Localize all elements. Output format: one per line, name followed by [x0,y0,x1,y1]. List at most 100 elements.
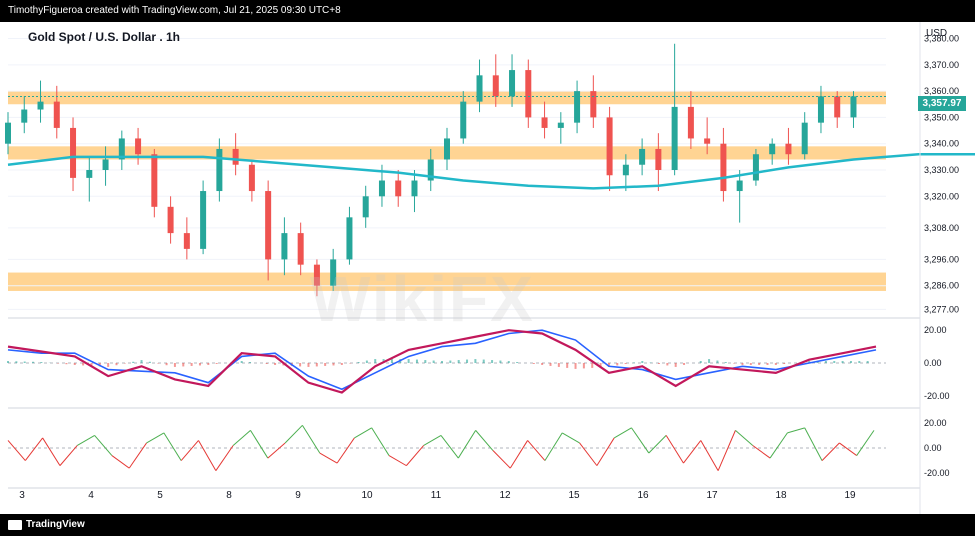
macd-histogram-bar [207,363,210,365]
attribution-bar: TimothyFigueroa created with TradingView… [0,0,975,22]
candle-body [86,170,93,178]
tradingview-logo[interactable]: TradingView [8,519,85,530]
macd-histogram-bar [132,361,135,363]
macd-histogram-bar [215,363,218,364]
candle-body [232,148,239,165]
candle-body [167,206,174,234]
candle-body [492,75,499,97]
candle-body [248,164,255,192]
oscillator-segment [7,440,26,461]
macd-histogram-bar [716,360,719,363]
macd-histogram-bar [641,361,644,363]
macd-histogram-bar [591,363,594,368]
oscillator-segment [839,442,857,456]
macd-histogram-bar [148,361,151,363]
oscillator-segment [336,437,355,464]
macd-histogram-bar [407,359,410,363]
candle-body [183,233,190,249]
oscillator-segment [77,434,95,446]
time-tick-label: 3 [19,490,25,501]
macd-histogram-bar [415,359,418,363]
candle-body [362,196,369,218]
candle-body [801,122,808,155]
macd-histogram-bar [841,361,844,363]
oscillator-segment [752,445,771,459]
macd-tick-label: 20.00 [924,325,947,335]
oscillator-segment [561,432,580,444]
oscillator-segment [215,445,234,471]
oscillator-segment [648,435,667,454]
macd-histogram-bar [173,363,176,367]
macd-histogram-bar [107,363,110,367]
oscillator-tick-label: -20.00 [924,468,950,478]
oscillator-segment [821,442,840,461]
oscillator-tick-label: 20.00 [924,418,947,428]
candle-body [70,127,77,178]
chart-svg[interactable]: 3,380.003,370.003,360.003,350.003,340.00… [0,22,975,514]
oscillator-segment [302,425,321,454]
currency-label: USD [926,28,948,39]
macd-histogram-bar [824,361,827,363]
last-price-tag: 3,357.97 [918,96,966,111]
oscillator-segment [198,440,217,471]
candle-body [541,117,548,128]
candle-body [622,164,629,176]
macd-histogram-bar [65,363,68,365]
macd-histogram-bar [441,361,443,363]
price-tick-label: 3,340.00 [924,139,959,149]
candle-body [509,70,516,97]
macd-histogram-bar [541,363,544,365]
oscillator-segment [24,437,44,461]
oscillator-segment [457,430,477,459]
macd-histogram-bar [115,363,118,366]
macd-histogram-bar [683,363,686,365]
time-tick-label: 5 [157,490,163,501]
oscillator-segment [111,455,130,469]
macd-histogram-bar [274,363,277,365]
macd-histogram-bar [741,363,744,365]
price-tick-label: 3,308.00 [924,223,959,233]
macd-histogram-bar [482,359,485,363]
oscillator-segment [94,435,113,456]
candle-body [265,191,272,260]
oscillator-segment [769,432,788,459]
oscillator-segment [146,432,165,444]
macd-histogram-bar [432,360,435,363]
macd-histogram-bar [357,362,360,363]
macd-histogram-bar [299,363,302,367]
time-tick-label: 4 [88,490,94,501]
tradingview-logo-icon [8,519,22,530]
macd-histogram-bar [365,360,368,363]
candle-body [574,91,581,123]
candle-body [655,148,662,170]
oscillator-segment [804,427,823,461]
macd-histogram-bar [466,359,469,363]
macd-histogram-bar [566,363,569,368]
oscillator-segment [371,427,390,456]
candle-body [785,143,792,155]
macd-histogram-bar [858,361,861,363]
oscillator-segment [163,432,182,461]
oscillator-segment [700,440,719,471]
oscillator-segment [492,450,511,469]
resistance-zone [8,91,886,105]
time-tick-label: 12 [499,490,511,501]
price-tick-label: 3,330.00 [924,165,959,175]
candle-body [606,117,613,176]
macd-histogram-bar [491,360,494,363]
oscillator-segment [405,445,425,466]
oscillator-segment [613,427,632,439]
macd-histogram-bar [40,362,43,363]
candle-body [21,109,28,123]
macd-histogram-bar [666,363,669,366]
macd-histogram-bar [332,363,335,366]
candle-body [378,180,385,197]
chart-title: Gold Spot / U.S. Dollar . 1h [28,30,181,44]
candle-body [151,154,158,207]
macd-histogram-bar [783,363,786,364]
macd-histogram-bar [198,363,201,366]
oscillator-segment [59,445,78,466]
oscillator-segment [232,429,251,446]
candle-body [200,191,207,249]
macd-histogram-bar [766,363,769,365]
